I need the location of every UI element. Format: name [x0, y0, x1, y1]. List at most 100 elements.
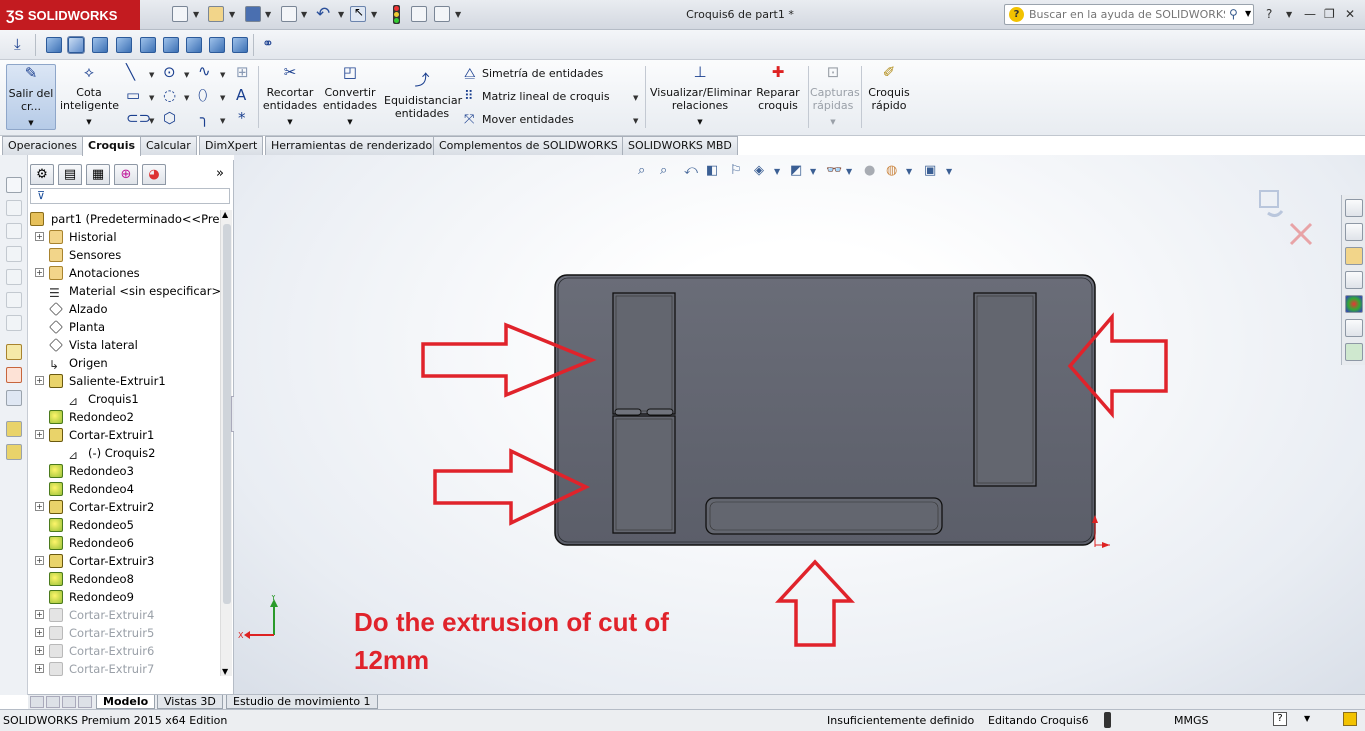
display-manager-tab-icon[interactable]: ◕: [142, 164, 166, 185]
rectangle-dropdown-icon[interactable]: ▼: [149, 94, 154, 102]
convert-entities-button[interactable]: ◰ Convertir entidades ▼: [322, 64, 378, 129]
expand-toggle-icon[interactable]: +: [35, 556, 44, 565]
linear-pattern-dropdown-icon[interactable]: ▼: [633, 94, 638, 102]
select-dropdown-icon[interactable]: ▼: [371, 10, 377, 19]
quick-snaps-button[interactable]: ⊡ Capturas rápidas ▼: [810, 64, 860, 129]
polygon-icon[interactable]: ⬡: [163, 109, 176, 127]
fillet-sketch-icon[interactable]: ╮: [200, 109, 209, 127]
view-trimetric-icon[interactable]: [209, 37, 225, 53]
file-explorer-icon[interactable]: [1345, 247, 1363, 265]
options-icon[interactable]: [434, 6, 450, 22]
smart-dimension-button[interactable]: ⟡ Cota inteligente ▼: [60, 64, 119, 129]
tab-complementos[interactable]: Complementos de SOLIDWORKS: [433, 136, 624, 155]
arc-icon[interactable]: ◌: [163, 86, 176, 104]
expand-toggle-icon[interactable]: +: [35, 646, 44, 655]
print-icon[interactable]: [281, 6, 297, 22]
rebuild-traffic-light-icon[interactable]: [393, 5, 400, 24]
fillet-shortcut-icon[interactable]: [6, 315, 22, 331]
trim-entities-button[interactable]: ✂ Recortar entidades ▼: [262, 64, 318, 129]
configurationmanager-tab-icon[interactable]: ▦: [86, 164, 110, 185]
revolve-cut-icon[interactable]: [6, 292, 22, 308]
relations-shortcut-icon[interactable]: [6, 390, 22, 406]
trim-dropdown-icon[interactable]: ▼: [262, 116, 318, 129]
solidworks-resources-icon[interactable]: [1345, 199, 1363, 217]
open-folder-icon[interactable]: [208, 6, 224, 22]
minimize-icon[interactable]: —: [1304, 7, 1316, 21]
solidworks-logo[interactable]: ƷS SOLIDWORKS: [0, 0, 140, 30]
tab-croquis[interactable]: Croquis: [82, 136, 142, 156]
expand-toggle-icon[interactable]: +: [35, 232, 44, 241]
custom-properties-icon[interactable]: [1345, 319, 1363, 337]
tab-dimxpert[interactable]: DimXpert: [199, 136, 264, 155]
open-dropdown-icon[interactable]: ▼: [229, 10, 235, 19]
expand-toggle-icon[interactable]: +: [35, 610, 44, 619]
propertymanager-tab-icon[interactable]: ▤: [58, 164, 82, 185]
rectangle-icon[interactable]: ▭: [126, 86, 140, 104]
tab-estudio-movimiento[interactable]: Estudio de movimiento 1: [226, 695, 378, 709]
help-status-icon[interactable]: ?: [1273, 712, 1287, 726]
status-dropdown-icon[interactable]: ▼: [1304, 714, 1310, 723]
feature-tree-scrollbar[interactable]: ▲ ▼: [220, 210, 232, 676]
tab-vistas-3d[interactable]: Vistas 3D: [157, 695, 223, 709]
notifications-icon[interactable]: [1343, 712, 1357, 726]
feature-filter[interactable]: ⊽: [30, 188, 230, 204]
save-dropdown-icon[interactable]: ▼: [265, 10, 271, 19]
sweep-icon[interactable]: [6, 223, 22, 239]
tab-herramientas-renderizado[interactable]: Herramientas de renderizado: [265, 136, 439, 155]
expand-toggle-icon[interactable]: +: [35, 664, 44, 673]
text-icon[interactable]: A: [236, 86, 246, 104]
link-views-icon[interactable]: ⚭: [262, 36, 274, 52]
restore-icon[interactable]: ❐: [1324, 7, 1335, 21]
appearances-icon[interactable]: [1345, 295, 1363, 313]
view-back-icon[interactable]: [67, 36, 85, 54]
first-tab-arrow-icon[interactable]: [30, 696, 44, 708]
expand-toggle-icon[interactable]: +: [35, 430, 44, 439]
print-dropdown-icon[interactable]: ▼: [301, 10, 307, 19]
featuremanager-tab-icon[interactable]: ⚙: [30, 164, 54, 185]
arc-dropdown-icon[interactable]: ▼: [184, 94, 189, 102]
expand-toggle-icon[interactable]: +: [35, 502, 44, 511]
search-icon[interactable]: ⚲: [1229, 7, 1238, 21]
cut-pocket-right[interactable]: [973, 292, 1037, 487]
cut-pocket-upper-left[interactable]: [612, 292, 676, 415]
options-dropdown-icon[interactable]: ▼: [455, 10, 461, 19]
convert-dropdown-icon[interactable]: ▼: [322, 116, 378, 129]
display-relations-button[interactable]: ⊥ Visualizar/Eliminar relaciones ▼: [650, 64, 752, 129]
slot-icon[interactable]: ⊂⊃: [126, 109, 151, 127]
prev-tab-arrow-icon[interactable]: [46, 696, 60, 708]
graphics-area[interactable]: ⌕ ⌕ ⤺ ◧ ⚐ ◈ ▼ ◩ ▼ 👓 ▼ ● ◍ ▼ ▣ ▼ ⧉ ⧉ — ❐ …: [234, 155, 1365, 694]
scroll-up-icon[interactable]: ▲: [222, 210, 228, 219]
spline-icon[interactable]: ∿: [198, 62, 211, 80]
view-dimetric-icon[interactable]: [232, 37, 248, 53]
point-icon[interactable]: *: [238, 109, 246, 127]
view-front-icon[interactable]: [46, 37, 62, 53]
normal-to-icon[interactable]: ⤓: [14, 35, 21, 53]
close-icon[interactable]: ✕: [1345, 7, 1355, 21]
linear-pattern-button[interactable]: ⠿ Matriz lineal de croquis: [464, 89, 610, 104]
help-search-input[interactable]: [1029, 7, 1225, 22]
revolve-icon[interactable]: [6, 200, 22, 216]
view-bottom-icon[interactable]: [163, 37, 179, 53]
save-icon[interactable]: [245, 6, 261, 22]
smart-dimension-dropdown-icon[interactable]: ▼: [60, 116, 118, 129]
tab-operaciones[interactable]: Operaciones: [2, 136, 83, 155]
view-right-icon[interactable]: [116, 37, 132, 53]
line-icon[interactable]: ╲: [126, 63, 135, 81]
move-entities-button[interactable]: ⤧ Mover entidades: [464, 112, 574, 127]
help-search-box[interactable]: ? ⚲ ▼: [1004, 4, 1254, 25]
dimxpert-tab-icon[interactable]: ⊕: [114, 164, 138, 185]
offset-entities-button[interactable]: ⤴ Equidistanciar entidades: [384, 72, 462, 121]
last-tab-arrow-icon[interactable]: [78, 696, 92, 708]
select-cursor-icon[interactable]: ↖: [350, 5, 366, 22]
view-isometric-icon[interactable]: [186, 37, 202, 53]
unit-system[interactable]: MMGS: [1174, 714, 1209, 727]
next-tab-arrow-icon[interactable]: [62, 696, 76, 708]
extrude-cut-icon[interactable]: [6, 269, 22, 285]
tab-modelo[interactable]: Modelo: [96, 695, 156, 709]
fillet-sketch-dropdown-icon[interactable]: ▼: [220, 117, 225, 125]
cut-shortcut-icon[interactable]: [6, 444, 22, 460]
view-palette-icon[interactable]: [1345, 271, 1363, 289]
solidworks-forum-icon[interactable]: [1345, 343, 1363, 361]
mirror-entities-button[interactable]: ⧋ Simetría de entidades: [464, 66, 603, 81]
view-top-icon[interactable]: [140, 37, 156, 53]
